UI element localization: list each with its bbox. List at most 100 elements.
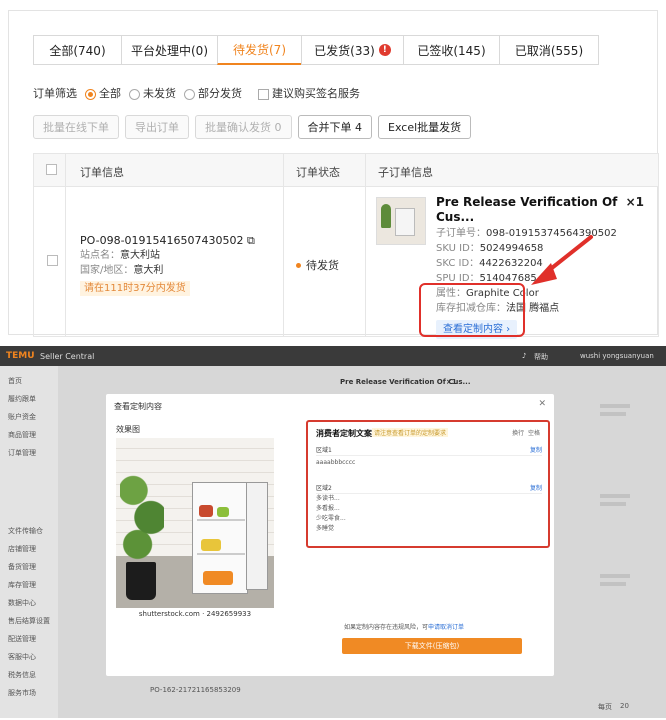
- site-label: 站点名：: [80, 250, 120, 261]
- custom-text-tip: 请注意查看订单的定制要求: [372, 428, 449, 437]
- background-link: [600, 502, 626, 506]
- filter-option-unshipped[interactable]: 未发货: [129, 85, 176, 101]
- sidebar-item[interactable]: 店铺管理: [8, 544, 36, 554]
- field-label: SKC ID：: [436, 258, 480, 269]
- ship-deadline-badge: 请在111时37分内发货: [80, 281, 190, 296]
- order-list-panel: 全部(740) 平台处理中(0) 待发货(7) 已发货(33)! 已签收(145…: [8, 10, 659, 339]
- sidebar-item[interactable]: 配送管理: [8, 634, 36, 644]
- tab-label: 待发货(7): [233, 43, 286, 57]
- download-tip-text: 如果定制内容存在违规风险，可: [344, 624, 429, 631]
- signature-service-checkbox[interactable]: 建议购买签名服务: [250, 85, 360, 101]
- area-line: 多读书...: [316, 495, 340, 502]
- space-option[interactable]: 空格: [528, 430, 540, 437]
- export-orders-button[interactable]: 导出订单: [125, 115, 189, 139]
- radio-label: 全部: [99, 87, 121, 100]
- site-name: 意大利站: [120, 250, 160, 261]
- order-filter: 订单筛选 全部 未发货 部分发货 建议购买签名服务: [33, 85, 360, 101]
- sidebar-item[interactable]: 备货管理: [8, 562, 36, 572]
- wrap-option[interactable]: 换行: [512, 430, 524, 437]
- radio-label: 未发货: [143, 87, 176, 100]
- apply-cancel-link[interactable]: 申请取消订单: [428, 624, 464, 631]
- sidebar-item[interactable]: 客服中心: [8, 652, 36, 662]
- order-status: 待发货: [296, 257, 339, 273]
- sidebar-item[interactable]: 订单管理: [8, 448, 36, 458]
- highlight-annotation: [419, 283, 525, 337]
- tab-cancelled[interactable]: 已取消(555): [499, 35, 599, 65]
- sidebar-item[interactable]: 文件传输仓: [8, 526, 43, 536]
- page-size-label: 每页: [598, 703, 612, 711]
- custom-text-title: 消费者定制文案: [316, 429, 372, 438]
- bell-icon[interactable]: ♪: [522, 352, 526, 360]
- plant-icon: [120, 458, 164, 566]
- copy-button[interactable]: 复制: [530, 483, 542, 492]
- alert-badge-icon: !: [378, 44, 391, 56]
- copy-icon[interactable]: ⧉: [247, 234, 255, 247]
- copy-button[interactable]: 复制: [530, 445, 542, 454]
- sidebar-item[interactable]: 售后结算设置: [8, 616, 50, 626]
- pot-icon: [126, 562, 156, 600]
- background-link: [600, 404, 630, 408]
- sidebar-item[interactable]: 服务市场: [8, 688, 36, 698]
- product-thumbnail[interactable]: [376, 197, 426, 245]
- arrow-annotation-icon: [531, 235, 593, 285]
- status-dot-icon: [296, 262, 301, 268]
- row-checkbox[interactable]: [47, 255, 58, 266]
- sidebar-item[interactable]: 商品管理: [8, 430, 36, 440]
- col-sub-order-info: 子订单信息: [378, 166, 433, 179]
- sidebar-item[interactable]: 首页: [8, 376, 22, 386]
- region-name: 意大利: [133, 265, 164, 276]
- background-order-number: PO-162-21721165853209: [150, 686, 241, 694]
- col-order-info: 订单信息: [80, 166, 124, 179]
- excel-batch-ship-button[interactable]: Excel批量发货: [378, 115, 472, 139]
- radio-icon: [184, 88, 195, 100]
- background-link: [600, 494, 630, 498]
- temu-logo: TEMU: [6, 351, 35, 361]
- custom-content-modal: 查看定制内容 ✕ 效果图 shutterstock.com · 24926599…: [106, 394, 554, 676]
- preview-image: [116, 438, 274, 608]
- close-icon[interactable]: ✕: [538, 399, 546, 409]
- preview-label: 效果图: [116, 425, 140, 434]
- batch-online-order-button[interactable]: 批量在线下单: [33, 115, 119, 139]
- tab-label: 已签收(145): [417, 43, 486, 58]
- page-size-select[interactable]: 20: [620, 702, 629, 710]
- status-text: 待发货: [306, 259, 339, 272]
- col-order-status: 订单状态: [296, 166, 340, 179]
- order-info: PO-098-01915416507430502 ⧉ 站点名：意大利站 国家/地…: [80, 233, 255, 296]
- region-label: 国家/地区：: [80, 265, 134, 276]
- tab-all[interactable]: 全部(740): [33, 35, 121, 65]
- filter-option-all[interactable]: 全部: [85, 85, 121, 101]
- area-line: 少吃零食...: [316, 515, 346, 522]
- tab-label: 已取消(555): [514, 43, 584, 58]
- merge-order-button[interactable]: 合并下单 4: [297, 115, 372, 139]
- select-all-checkbox[interactable]: [46, 164, 57, 175]
- checkbox-label: 建议购买签名服务: [272, 87, 360, 100]
- tab-to-ship[interactable]: 待发货(7): [217, 35, 301, 65]
- background-link: [600, 412, 626, 416]
- radio-icon: [129, 88, 140, 100]
- tab-label: 平台处理中(0): [131, 43, 208, 58]
- sidebar-item[interactable]: 税务信息: [8, 670, 36, 680]
- tab-label: 全部(740): [49, 43, 106, 58]
- sidebar-item[interactable]: 履约跟单: [8, 394, 36, 404]
- batch-confirm-ship-button[interactable]: 批量确认发货 0: [195, 115, 292, 139]
- sidebar-item[interactable]: 数据中心: [8, 598, 36, 608]
- tab-platform-processing[interactable]: 平台处理中(0): [121, 35, 217, 65]
- download-file-button[interactable]: 下载文件(压缩包): [342, 638, 522, 654]
- account-name[interactable]: wushi yongsuanyuan: [580, 352, 654, 360]
- field-label: 子订单号：: [436, 228, 486, 239]
- plant-icon: [381, 204, 391, 228]
- help-link[interactable]: 帮助: [534, 352, 548, 362]
- custom-area-1: 区域1 复制 aaaabbbcccc: [316, 444, 542, 466]
- sidebar-item[interactable]: 账户资金: [8, 412, 36, 422]
- tab-signed[interactable]: 已签收(145): [403, 35, 499, 65]
- sidebar-item[interactable]: 库存管理: [8, 580, 36, 590]
- field-label: SKU ID：: [436, 243, 480, 254]
- background-link: [600, 582, 626, 586]
- tab-shipped[interactable]: 已发货(33)!: [301, 35, 403, 65]
- area-value: aaaabbbcccc: [316, 459, 356, 466]
- modal-title: 查看定制内容: [114, 402, 162, 411]
- fridge-icon: [395, 208, 415, 236]
- checkbox-icon: [258, 88, 269, 100]
- area-line: 多睡觉: [316, 525, 335, 532]
- filter-option-partial[interactable]: 部分发货: [184, 85, 242, 101]
